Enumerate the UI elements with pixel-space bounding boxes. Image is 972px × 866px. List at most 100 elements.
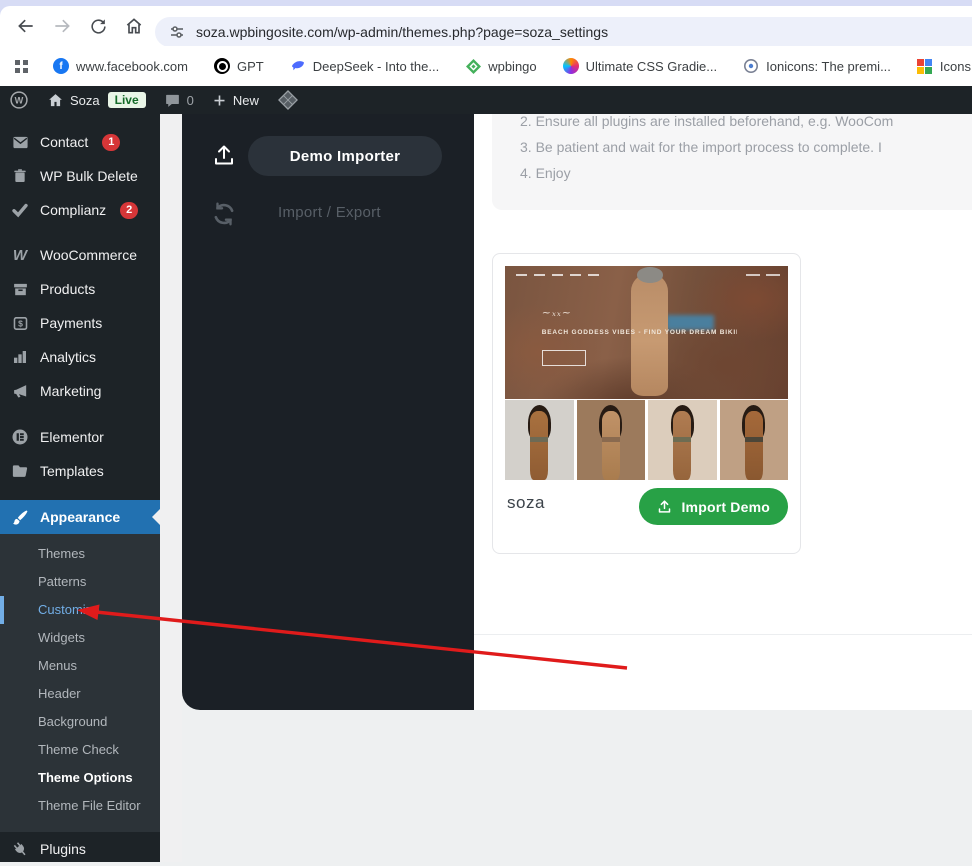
plus-icon [212, 93, 227, 108]
checkmark-icon [10, 201, 30, 219]
elementor-icon [10, 428, 30, 446]
content-divider [474, 634, 972, 635]
ionicons-icon [743, 58, 759, 74]
sidebar-item-woocommerce[interactable]: W WooCommerce [0, 238, 160, 272]
submenu-item-themes[interactable]: Themes [0, 540, 160, 568]
plug-icon [10, 841, 30, 858]
submenu-item-background[interactable]: Background [0, 708, 160, 736]
url-text[interactable]: soza.wpbingosite.com/wp-admin/themes.php… [196, 24, 608, 40]
facebook-icon: f [53, 58, 69, 74]
bookmark-gpt[interactable]: GPT [214, 58, 264, 74]
comments-menu[interactable]: 0 [155, 86, 203, 114]
bookmark-wpbingo[interactable]: wpbingo [465, 58, 536, 74]
preview-product-thumbs [505, 400, 788, 480]
demo-card-soza: ~ₓₓ~ BEACH GODDESS VIBES - FIND YOUR DRE… [492, 253, 801, 554]
browser-toolbar: soza.wpbingosite.com/wp-admin/themes.php… [0, 6, 972, 46]
trash-icon [10, 168, 30, 184]
svg-text:W: W [15, 95, 24, 105]
demo-importer-panel: Demo Importer Import / Export [182, 114, 474, 710]
wpbingo-icon [465, 58, 481, 74]
sidebar-item-analytics[interactable]: Analytics [0, 340, 160, 374]
main-content: 2. Ensure all plugins are installed befo… [474, 114, 972, 710]
sidebar-item-templates[interactable]: Templates [0, 454, 160, 488]
home-icon[interactable] [116, 10, 152, 42]
wordpress-icon: W [9, 90, 29, 110]
plugin-menu[interactable] [268, 86, 308, 114]
bookmark-facebook[interactable]: f www.facebook.com [53, 58, 188, 74]
apps-grid-icon[interactable] [14, 59, 29, 74]
preview-hero: ~ₓₓ~ BEACH GODDESS VIBES - FIND YOUR DRE… [505, 266, 788, 399]
preview-nav-links [516, 274, 599, 276]
paintbrush-icon [10, 509, 30, 526]
wp-admin-sidebar: Contact 1 WP Bulk Delete Complianz 2 W W… [0, 114, 160, 862]
new-label: New [233, 93, 259, 108]
instruction-line: 2. Ensure all plugins are installed befo… [520, 114, 972, 134]
sync-icon [211, 201, 237, 227]
gpt-icon [214, 58, 230, 74]
submenu-item-customize[interactable]: Customize [0, 596, 160, 624]
site-info-icon[interactable] [169, 24, 185, 40]
preview-account-links [746, 274, 780, 276]
sidebar-item-wp-bulk-delete[interactable]: WP Bulk Delete [0, 159, 160, 193]
sidebar-item-products[interactable]: Products [0, 272, 160, 306]
product-thumb [720, 400, 789, 480]
comment-icon [164, 92, 181, 109]
import-demo-button[interactable]: Import Demo [639, 488, 788, 525]
product-thumb [505, 400, 574, 480]
sidebar-item-plugins[interactable]: Plugins [0, 832, 160, 866]
svg-text:$: $ [18, 318, 23, 328]
submenu-item-theme-options[interactable]: Theme Options [0, 764, 160, 792]
product-thumb [648, 400, 717, 480]
sidebar-item-complianz[interactable]: Complianz 2 [0, 193, 160, 227]
submenu-item-patterns[interactable]: Patterns [0, 568, 160, 596]
submenu-item-menus[interactable]: Menus [0, 652, 160, 680]
bookmark-material-icons[interactable]: Icons - Material Des... [917, 58, 972, 74]
appearance-submenu: Themes Patterns Customize Widgets Menus … [0, 534, 160, 832]
home-icon [47, 92, 64, 109]
sidebar-item-payments[interactable]: $ Payments [0, 306, 160, 340]
tab-import-export[interactable]: Import / Export [278, 204, 381, 221]
wp-logo-menu[interactable]: W [0, 86, 38, 114]
diamond-icon [277, 89, 299, 111]
upload-icon [212, 143, 236, 167]
submenu-item-theme-file-editor[interactable]: Theme File Editor [0, 792, 160, 820]
tab-demo-importer[interactable]: Demo Importer [248, 136, 442, 176]
bookmark-ultimate-css-gradient[interactable]: Ultimate CSS Gradie... [563, 58, 718, 74]
reload-icon[interactable] [80, 10, 116, 42]
sidebar-content-gap [160, 114, 182, 862]
instructions-card: 2. Ensure all plugins are installed befo… [492, 114, 972, 210]
comment-count: 0 [187, 93, 194, 108]
wp-admin-bar: W Soza Live 0 New [0, 86, 972, 114]
bar-chart-icon [10, 349, 30, 365]
sidebar-item-marketing[interactable]: Marketing [0, 374, 160, 408]
envelope-icon [10, 134, 30, 151]
folder-icon [10, 462, 30, 480]
preview-shop-button [542, 350, 586, 366]
bookmark-ionicons[interactable]: Ionicons: The premi... [743, 58, 891, 74]
submenu-item-widgets[interactable]: Widgets [0, 624, 160, 652]
material-design-icon [917, 58, 933, 74]
back-icon[interactable] [8, 10, 44, 42]
demo-name: soza [507, 493, 545, 513]
live-badge: Live [108, 92, 146, 108]
new-content-menu[interactable]: New [203, 86, 268, 114]
theme-preview-image: ~ₓₓ~ BEACH GODDESS VIBES - FIND YOUR DRE… [505, 266, 788, 480]
submenu-item-theme-check[interactable]: Theme Check [0, 736, 160, 764]
address-bar[interactable]: soza.wpbingosite.com/wp-admin/themes.php… [155, 17, 972, 47]
megaphone-icon [10, 383, 30, 400]
site-menu[interactable]: Soza Live [38, 86, 155, 114]
product-thumb [577, 400, 646, 480]
complianz-badge: 2 [120, 202, 138, 219]
preview-logo-script: ~ₓₓ~ [542, 306, 572, 319]
forward-icon[interactable] [44, 10, 80, 42]
sidebar-item-elementor[interactable]: Elementor [0, 420, 160, 454]
sidebar-item-appearance[interactable]: Appearance [0, 500, 160, 534]
browser-chrome: soza.wpbingosite.com/wp-admin/themes.php… [0, 0, 972, 86]
sidebar-item-contact[interactable]: Contact 1 [0, 125, 160, 159]
submenu-item-header[interactable]: Header [0, 680, 160, 708]
woocommerce-icon: W [10, 247, 30, 264]
products-box-icon [10, 281, 30, 298]
deepseek-icon [290, 58, 306, 74]
bookmark-deepseek[interactable]: DeepSeek - Into the... [290, 58, 439, 74]
payments-icon: $ [10, 315, 30, 332]
